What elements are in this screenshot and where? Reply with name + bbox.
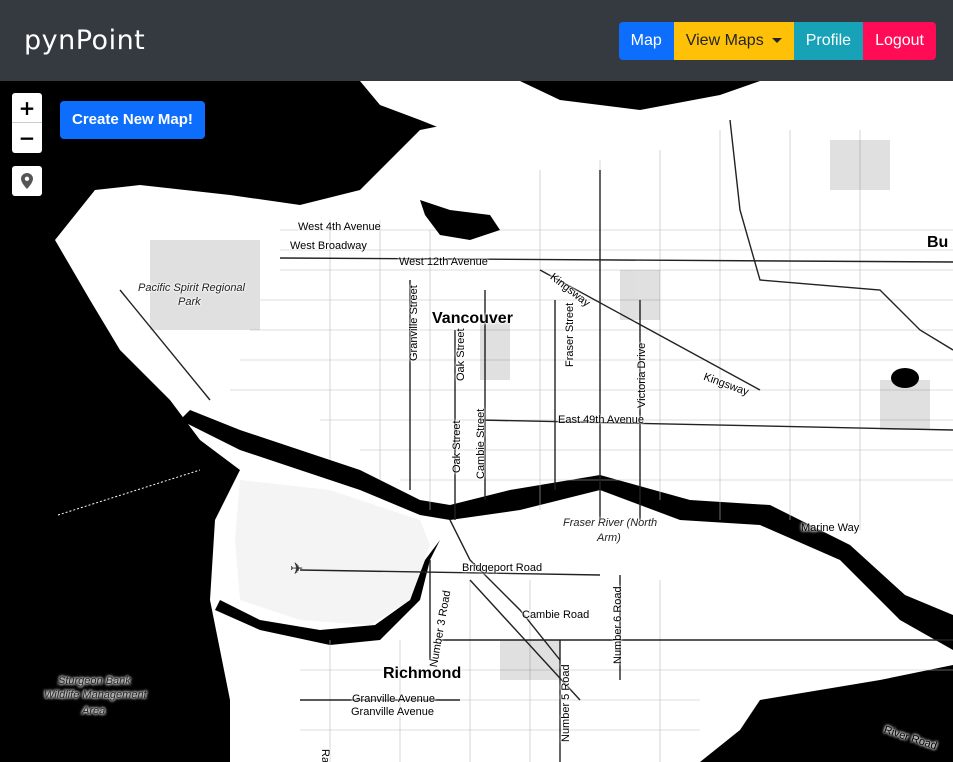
label-pacific-spirit-1: Pacific Spirit Regional — [138, 282, 245, 294]
brand-logo[interactable]: pynPoint — [24, 25, 145, 56]
locate-button[interactable] — [12, 166, 42, 196]
label-victoria-drive: Victoria Drive — [636, 342, 648, 408]
label-oak-street-south: Oak Street — [451, 420, 463, 473]
map-button[interactable]: Map — [618, 21, 674, 60]
logout-button[interactable]: Logout — [863, 21, 936, 60]
airport-icon: ✈ — [290, 559, 304, 578]
label-marine-way: Marine Way — [801, 522, 860, 534]
label-fraser-street: Fraser Street — [564, 302, 576, 367]
label-number-6-road: Number 6 Road — [612, 586, 624, 664]
view-maps-dropdown[interactable]: View Maps — [673, 21, 794, 60]
view-maps-label: View Maps — [685, 31, 764, 49]
label-richmond: Richmond — [383, 665, 462, 682]
label-vancouver: Vancouver — [432, 310, 513, 327]
label-west-12th: West 12th Avenue — [399, 256, 488, 268]
create-new-map-button[interactable]: Create New Map! — [60, 101, 205, 139]
label-granville-avenue-2: Granville Avenue — [351, 706, 434, 718]
label-cambie-road: Cambie Road — [522, 609, 590, 621]
label-sturgeon-1: Sturgeon Bank — [58, 675, 131, 687]
nav-button-group: Map View Maps Profile Logout — [618, 21, 936, 60]
zoom-control: + − — [12, 93, 42, 153]
label-pacific-spirit-2: Park — [178, 296, 201, 308]
label-granville-street: Granville Street — [408, 285, 420, 361]
label-fraser-river-2: Arm) — [597, 532, 621, 544]
map-canvas[interactable]: West 4th Avenue West Broadway West 12th … — [0, 81, 953, 762]
label-east-49th: East 49th Avenue — [558, 414, 645, 426]
label-sturgeon-2: Wildlife Management — [44, 689, 147, 701]
label-ra-partial: Ra — [319, 749, 331, 762]
profile-button[interactable]: Profile — [793, 21, 864, 60]
label-west-broadway: West Broadway — [290, 240, 367, 252]
label-bridgeport-road: Bridgeport Road — [462, 562, 543, 574]
label-fraser-river-1: Fraser River (North — [563, 517, 658, 529]
label-cambie-street: Cambie Street — [475, 408, 487, 479]
zoom-out-button[interactable]: − — [12, 123, 42, 153]
label-number-5-road: Number 5 Road — [560, 664, 572, 742]
caret-down-icon — [771, 38, 782, 43]
label-burnaby-partial: Bu — [927, 234, 949, 251]
label-sturgeon-3: Area — [82, 705, 106, 717]
label-west-4th: West 4th Avenue — [298, 221, 381, 233]
location-pin-icon — [21, 173, 33, 189]
navbar: pynPoint Map View Maps Profile Logout — [0, 0, 953, 81]
label-granville-avenue-1: Granville Avenue — [352, 693, 435, 705]
zoom-in-button[interactable]: + — [12, 93, 42, 123]
label-oak-street-north: Oak Street — [455, 328, 467, 381]
